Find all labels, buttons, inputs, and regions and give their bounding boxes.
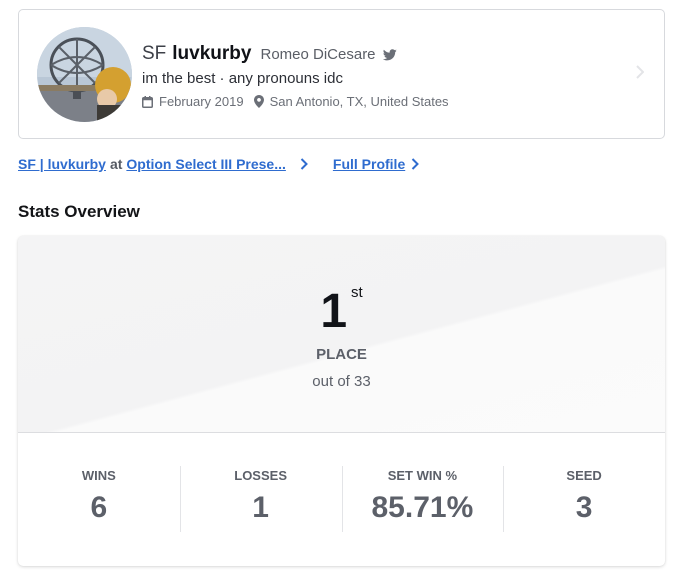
- stat-seed: SEED 3: [503, 433, 665, 566]
- placement-suffix: st: [351, 284, 363, 301]
- chevron-right-icon[interactable]: [411, 158, 420, 170]
- at-text: at: [109, 156, 123, 172]
- stat-set-win-percent: SET WIN % 85.71%: [341, 433, 504, 566]
- entrant-links: SF | luvkurby at Option Select III Prese…: [18, 156, 420, 172]
- stat-value: 1: [252, 491, 269, 524]
- bio: im the best · any pronouns idc: [142, 70, 343, 87]
- stat-value: 6: [90, 491, 108, 524]
- stat-label: LOSSES: [234, 468, 287, 483]
- real-name: Romeo DiCesare: [260, 46, 376, 63]
- profile-card[interactable]: SF luvkurby Romeo DiCesare im the best ·…: [18, 9, 665, 139]
- placement-label: PLACE: [316, 346, 367, 363]
- calendar-icon: [142, 95, 153, 108]
- stat-value: 85.71%: [371, 491, 474, 524]
- profile-meta: February 2019 San Antonio, TX, United St…: [142, 94, 459, 109]
- event-link[interactable]: Option Select III Prese...: [126, 156, 286, 172]
- stat-losses: LOSSES 1: [179, 433, 342, 566]
- stat-label: SEED: [566, 468, 602, 483]
- location-pin-icon: [253, 95, 264, 108]
- location: San Antonio, TX, United States: [253, 94, 449, 109]
- section-title: Stats Overview: [18, 202, 140, 221]
- placement-panel: 1st PLACE out of 33: [18, 236, 665, 433]
- full-profile-link[interactable]: Full Profile: [333, 156, 405, 172]
- joined-date-text: February 2019: [159, 94, 244, 109]
- stat-value: 3: [575, 491, 593, 524]
- location-text: San Antonio, TX, United States: [269, 94, 449, 109]
- placement-number: 1: [320, 285, 348, 338]
- placement: 1st: [18, 284, 665, 339]
- twitter-icon[interactable]: [382, 48, 397, 66]
- chevron-right-icon[interactable]: [300, 158, 308, 170]
- stats-card: 1st PLACE out of 33 WINS 6 LOSSES 1 SET …: [18, 236, 665, 566]
- joined-date: February 2019: [142, 94, 244, 109]
- player-link[interactable]: SF | luvkurby: [18, 156, 106, 172]
- stat-label: SET WIN %: [387, 468, 458, 483]
- placement-total: out of 33: [312, 373, 371, 390]
- gamertag: luvkurby: [172, 43, 252, 64]
- avatar: [37, 27, 132, 122]
- stats-row: WINS 6 LOSSES 1 SET WIN % 85.71% SEED 3: [18, 433, 665, 566]
- sponsor-prefix: SF: [142, 43, 167, 64]
- stat-wins: WINS 6: [18, 433, 180, 566]
- chevron-right-icon[interactable]: [636, 65, 645, 84]
- stat-label: WINS: [81, 468, 116, 483]
